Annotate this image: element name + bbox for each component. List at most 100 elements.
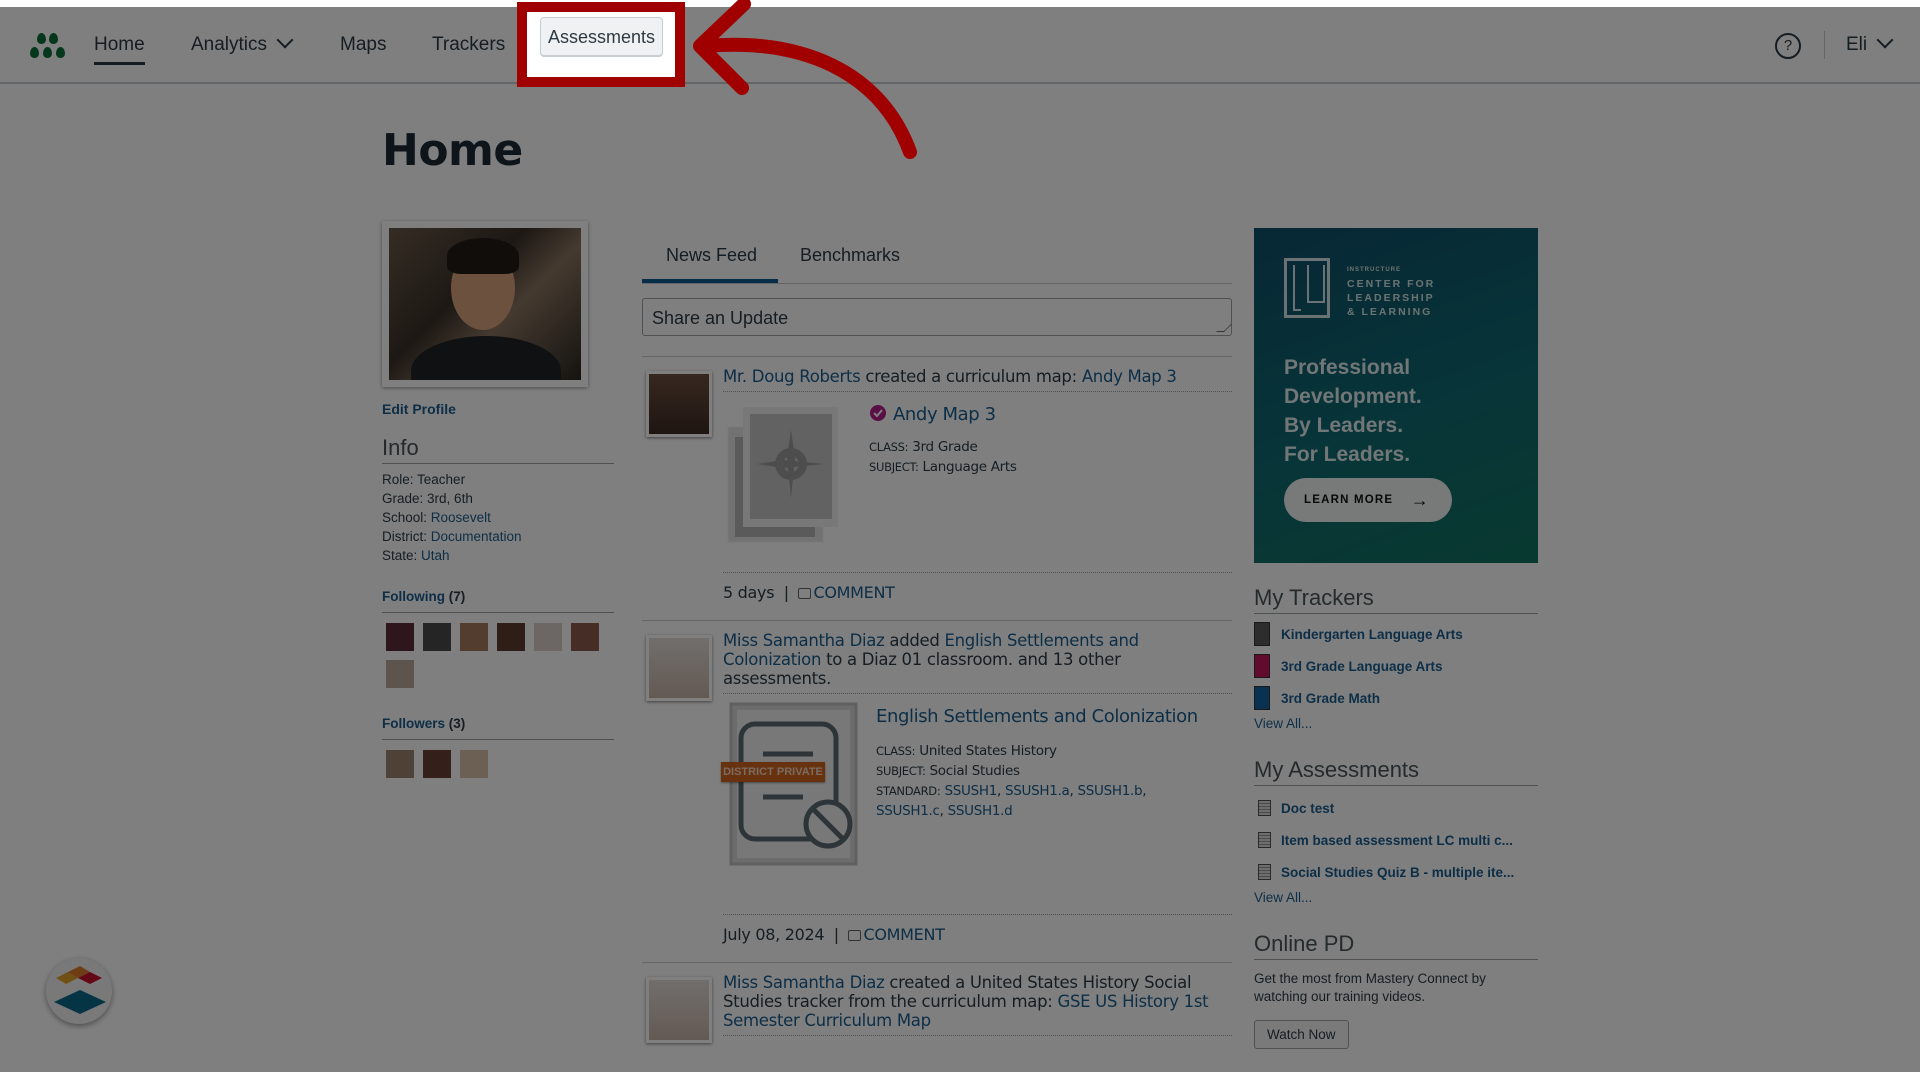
mastery-logo-icon[interactable] bbox=[28, 33, 72, 63]
nav-divider bbox=[1824, 31, 1825, 59]
district-label: District: bbox=[382, 529, 427, 544]
attachment-title[interactable]: English Settlements and Colonization bbox=[876, 706, 1206, 727]
state-link[interactable]: Utah bbox=[421, 548, 450, 563]
attachment-subject: SUBJECT: Social Studies bbox=[876, 761, 1206, 781]
user-menu[interactable]: Eli bbox=[1846, 31, 1894, 59]
follower-avatar[interactable] bbox=[460, 750, 488, 778]
assessment-label: Social Studies Quiz B - multiple ite... bbox=[1281, 864, 1515, 880]
following-link[interactable]: Following bbox=[382, 589, 445, 604]
tracker-item[interactable]: Kindergarten Language Arts bbox=[1254, 622, 1538, 646]
author-link[interactable]: Miss Samantha Diaz bbox=[723, 631, 885, 650]
class-label: CLASS: bbox=[876, 744, 916, 758]
ad-org-line: CENTER FOR bbox=[1347, 278, 1436, 290]
attachment-class: CLASS: 3rd Grade bbox=[869, 437, 1017, 457]
following-avatar[interactable] bbox=[386, 660, 414, 688]
help-icon[interactable]: ? bbox=[1775, 33, 1801, 59]
tracker-item[interactable]: 3rd Grade Language Arts bbox=[1254, 654, 1538, 678]
followers-list bbox=[382, 750, 614, 778]
badge-logo-icon bbox=[54, 966, 106, 1014]
role-label: Role: bbox=[382, 472, 414, 487]
page: Home Analytics Maps Trackers ? Eli Home … bbox=[0, 7, 1920, 1072]
district-link[interactable]: Documentation bbox=[431, 529, 522, 544]
user-name: Eli bbox=[1846, 34, 1868, 55]
feed-post: Mr. Doug Roberts created a curriculum ma… bbox=[642, 356, 1232, 614]
tab-news-feed[interactable]: News Feed bbox=[666, 245, 757, 266]
post-action: added bbox=[884, 631, 945, 650]
assessment-label: Item based assessment LC multi c... bbox=[1281, 832, 1513, 848]
post-time: 5 days bbox=[723, 583, 775, 602]
following-avatar[interactable] bbox=[386, 623, 414, 651]
attachment-title[interactable]: Andy Map 3 bbox=[869, 404, 1017, 425]
assessment-private-icon bbox=[729, 702, 858, 866]
profile-column: Edit Profile Info Role: Teacher Grade: 3… bbox=[382, 221, 614, 778]
standard-link[interactable]: SSUSH1.a bbox=[1005, 783, 1070, 799]
followers-link[interactable]: Followers bbox=[382, 716, 445, 731]
ad-headline-line: Development. bbox=[1284, 385, 1422, 408]
edit-profile-link[interactable]: Edit Profile bbox=[382, 401, 614, 417]
assessment-item[interactable]: Social Studies Quiz B - multiple ite... bbox=[1254, 860, 1538, 884]
verified-badge-icon bbox=[870, 405, 886, 421]
ad-headline-line: For Leaders. bbox=[1284, 443, 1411, 466]
target-link[interactable]: Andy Map 3 bbox=[1082, 367, 1177, 386]
school-label: School: bbox=[382, 510, 428, 525]
active-tab-indicator bbox=[642, 279, 778, 283]
nav-home[interactable]: Home bbox=[94, 31, 145, 65]
ad-headline-line: By Leaders. bbox=[1284, 414, 1404, 437]
my-assessments-heading: My Assessments bbox=[1254, 757, 1538, 786]
nav-analytics-label: Analytics bbox=[191, 34, 268, 55]
profile-photo bbox=[382, 221, 588, 387]
following-avatar[interactable] bbox=[423, 623, 451, 651]
nav-trackers[interactable]: Trackers bbox=[432, 31, 505, 59]
learn-more-button[interactable]: LEARN MORE → bbox=[1284, 478, 1452, 522]
assessment-item[interactable]: Item based assessment LC multi c... bbox=[1254, 828, 1538, 852]
ad-headline: Professional Development. By Leaders. Fo… bbox=[1284, 353, 1422, 469]
notebook-icon bbox=[1254, 686, 1270, 710]
right-column: INSTRUCTURE CENTER FOR LEADERSHIP & LEAR… bbox=[1254, 228, 1538, 1049]
grade-label: Grade: bbox=[382, 491, 424, 506]
follower-avatar[interactable] bbox=[423, 750, 451, 778]
author-avatar[interactable] bbox=[646, 977, 712, 1043]
my-trackers-heading: My Trackers bbox=[1254, 585, 1538, 614]
share-update-input[interactable]: Share an Update bbox=[642, 298, 1232, 336]
assessment-item[interactable]: Doc test bbox=[1254, 796, 1538, 820]
standard-link[interactable]: SSUSH1 bbox=[944, 783, 997, 799]
notebook-icon bbox=[1254, 654, 1270, 678]
standard-link[interactable]: SSUSH1.b bbox=[1077, 783, 1142, 799]
arrow-right-icon: → bbox=[1410, 490, 1430, 510]
post-text: Miss Samantha Diaz added English Settlem… bbox=[723, 631, 1232, 694]
info-heading: Info bbox=[382, 435, 614, 464]
following-avatar[interactable] bbox=[571, 623, 599, 651]
info-list: Role: Teacher Grade: 3rd, 6th School: Ro… bbox=[382, 470, 614, 565]
followers-heading: Followers (3) bbox=[382, 716, 614, 740]
curriculum-map-icon bbox=[727, 407, 838, 543]
nav-maps[interactable]: Maps bbox=[340, 31, 386, 59]
following-avatar[interactable] bbox=[534, 623, 562, 651]
watch-now-button[interactable]: Watch Now bbox=[1254, 1020, 1349, 1049]
tracker-item[interactable]: 3rd Grade Math bbox=[1254, 686, 1538, 710]
leadership-ad-banner[interactable]: INSTRUCTURE CENTER FOR LEADERSHIP & LEAR… bbox=[1254, 228, 1538, 563]
tab-benchmarks[interactable]: Benchmarks bbox=[800, 245, 900, 266]
trackers-view-all-link[interactable]: View All... bbox=[1254, 716, 1538, 731]
author-avatar[interactable] bbox=[646, 371, 712, 437]
instructure-help-badge-icon[interactable] bbox=[46, 958, 112, 1024]
standard-link[interactable]: SSUSH1.d bbox=[948, 803, 1013, 819]
district-private-badge: DISTRICT PRIVATE bbox=[721, 762, 825, 782]
ad-org-small: INSTRUCTURE bbox=[1347, 267, 1401, 273]
author-avatar[interactable] bbox=[646, 635, 712, 701]
following-avatar[interactable] bbox=[497, 623, 525, 651]
assessments-view-all-link[interactable]: View All... bbox=[1254, 890, 1538, 905]
nav-analytics[interactable]: Analytics bbox=[191, 31, 294, 59]
attachment-subject: SUBJECT: Language Arts bbox=[869, 457, 1017, 477]
comment-link[interactable]: COMMENT bbox=[863, 925, 944, 944]
standard-link[interactable]: SSUSH1.c bbox=[876, 803, 940, 819]
author-link[interactable]: Mr. Doug Roberts bbox=[723, 367, 861, 386]
post-text: Mr. Doug Roberts created a curriculum ma… bbox=[723, 367, 1232, 392]
school-link[interactable]: Roosevelt bbox=[431, 510, 491, 525]
following-avatar[interactable] bbox=[460, 623, 488, 651]
author-link[interactable]: Miss Samantha Diaz bbox=[723, 973, 885, 992]
online-pd-heading: Online PD bbox=[1254, 931, 1538, 960]
follower-avatar[interactable] bbox=[386, 750, 414, 778]
grade-value: 3rd, 6th bbox=[427, 491, 473, 506]
comment-link[interactable]: COMMENT bbox=[813, 583, 894, 602]
role-value: Teacher bbox=[417, 472, 466, 487]
